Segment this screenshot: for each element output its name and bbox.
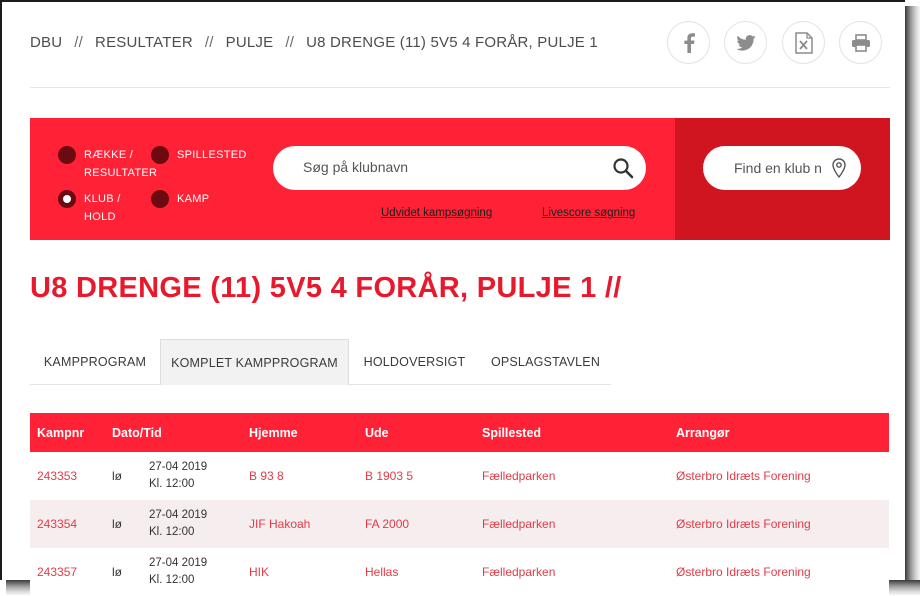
match-day: lø xyxy=(112,452,149,500)
match-day: lø xyxy=(112,500,149,548)
breadcrumb-separator: // xyxy=(74,34,84,51)
breadcrumb: DBU // RESULTATER // PULJE // U8 DRENGE (11) 5… xyxy=(30,34,598,51)
excel-icon xyxy=(794,31,813,54)
livescore-search-link[interactable]: Livescore søgning xyxy=(542,207,635,219)
match-number-link[interactable]: 243357 xyxy=(30,548,112,596)
home-team-link[interactable]: JIF Hakoah xyxy=(249,500,365,548)
radio-dot-selected[interactable] xyxy=(58,190,76,208)
column-header-hjemme[interactable]: Hjemme xyxy=(249,413,365,452)
radio-klub-hold[interactable]: KLUB / HOLD xyxy=(58,190,121,226)
home-team-link[interactable]: B 93 8 xyxy=(249,452,365,500)
table-row[interactable]: 243357 lø 27-04 2019 Kl. 12:00 HIK Hellas… xyxy=(30,548,889,596)
tab-opslagstavlen[interactable]: OPSLAGSTAVLEN xyxy=(480,339,611,385)
twitter-icon xyxy=(735,34,756,51)
frame-shadow-right xyxy=(905,6,920,595)
radio-label: KLUB / xyxy=(84,193,121,205)
facebook-share-button[interactable] xyxy=(667,21,710,64)
table-header-row: Kampnr Dato/Tid Hjemme Ude Spillested Ar… xyxy=(30,413,889,452)
twitter-share-button[interactable] xyxy=(724,21,767,64)
match-date: 27-04 2019 xyxy=(149,509,208,521)
location-pin-icon[interactable] xyxy=(831,158,847,178)
tab-bar: KAMPPROGRAM KOMPLET KAMPPROGRAM HOLDOVER… xyxy=(30,339,611,386)
radio-dot[interactable] xyxy=(58,146,76,164)
organizer-link[interactable]: Østerbro Idræts Forening xyxy=(676,452,889,500)
away-team-link[interactable]: Hellas xyxy=(365,548,482,596)
table-row[interactable]: 243354 lø 27-04 2019 Kl. 12:00 JIF Hakoah… xyxy=(30,500,889,548)
match-table: Kampnr Dato/Tid Hjemme Ude Spillested Ar… xyxy=(30,413,889,596)
match-number-link[interactable]: 243353 xyxy=(30,452,112,500)
column-header-ude[interactable]: Ude xyxy=(365,413,482,452)
tab-holdoversigt[interactable]: HOLDOVERSIGT xyxy=(349,339,480,385)
find-club-box[interactable] xyxy=(703,146,861,190)
excel-export-button[interactable] xyxy=(782,21,825,64)
column-header-kampnr[interactable]: Kampnr xyxy=(30,413,112,452)
match-time: Kl. 12:00 xyxy=(149,574,195,586)
away-team-link[interactable]: B 1903 5 xyxy=(365,452,482,500)
shadow-corner-top xyxy=(905,0,920,6)
page-title: U8 DRENGE (11) 5V5 4 FORÅR, PULJE 1 // xyxy=(30,272,622,304)
away-team-link[interactable]: FA 2000 xyxy=(365,500,482,548)
tab-kampprogram[interactable]: KAMPPROGRAM xyxy=(30,339,160,385)
column-header-arrangor[interactable]: Arrangør xyxy=(676,413,889,452)
match-number-link[interactable]: 243354 xyxy=(30,500,112,548)
match-date: 27-04 2019 xyxy=(149,461,208,473)
club-search-box[interactable] xyxy=(273,146,646,190)
breadcrumb-item-pulje[interactable]: PULJE xyxy=(226,34,274,51)
radio-dot[interactable] xyxy=(151,190,169,208)
venue-link[interactable]: Fælledparken xyxy=(482,452,676,500)
column-header-spillested[interactable]: Spillested xyxy=(482,413,676,452)
header-divider xyxy=(30,87,890,88)
organizer-link[interactable]: Østerbro Idræts Forening xyxy=(676,548,889,596)
radio-label-line2: HOLD xyxy=(84,211,116,223)
radio-label-line2: RESULTATER xyxy=(84,167,158,179)
radio-label: KAMP xyxy=(177,193,210,205)
breadcrumb-item-current: U8 DRENGE (11) 5V5 4 FORÅR, PULJE 1 xyxy=(306,34,598,51)
match-day: lø xyxy=(112,548,149,596)
radio-raekke-resultater[interactable]: RÆKKE / RESULTATER xyxy=(58,146,157,182)
find-club-input[interactable] xyxy=(732,159,832,177)
breadcrumb-separator: // xyxy=(204,34,214,51)
club-search-input[interactable] xyxy=(301,158,595,176)
column-header-dato-tid[interactable]: Dato/Tid xyxy=(112,413,249,452)
venue-link[interactable]: Fælledparken xyxy=(482,548,676,596)
advanced-match-search-link[interactable]: Udvidet kampsøgning xyxy=(381,207,492,219)
print-button[interactable] xyxy=(839,21,882,64)
shadow-corner xyxy=(0,580,6,595)
print-icon xyxy=(851,33,870,52)
radio-dot[interactable] xyxy=(151,146,169,164)
breadcrumb-item-resultater[interactable]: RESULTATER xyxy=(95,34,193,51)
match-time: Kl. 12:00 xyxy=(149,478,195,490)
radio-kamp[interactable]: KAMP xyxy=(151,190,209,208)
organizer-link[interactable]: Østerbro Idræts Forening xyxy=(676,500,889,548)
breadcrumb-item-dbu[interactable]: DBU xyxy=(30,34,62,51)
match-time: Kl. 12:00 xyxy=(149,526,195,538)
breadcrumb-separator: // xyxy=(285,34,295,51)
radio-label: RÆKKE / xyxy=(84,149,134,161)
table-row[interactable]: 243353 lø 27-04 2019 Kl. 12:00 B 93 8 B 1… xyxy=(30,452,889,500)
radio-spillested[interactable]: SPILLESTED xyxy=(151,146,247,164)
search-icon[interactable] xyxy=(612,157,634,179)
venue-link[interactable]: Fælledparken xyxy=(482,500,676,548)
facebook-icon xyxy=(683,32,695,53)
tab-komplet-kampprogram[interactable]: KOMPLET KAMPPROGRAM xyxy=(160,339,349,385)
radio-label: SPILLESTED xyxy=(177,149,247,161)
home-team-link[interactable]: HIK xyxy=(249,548,365,596)
match-date: 27-04 2019 xyxy=(149,557,208,569)
